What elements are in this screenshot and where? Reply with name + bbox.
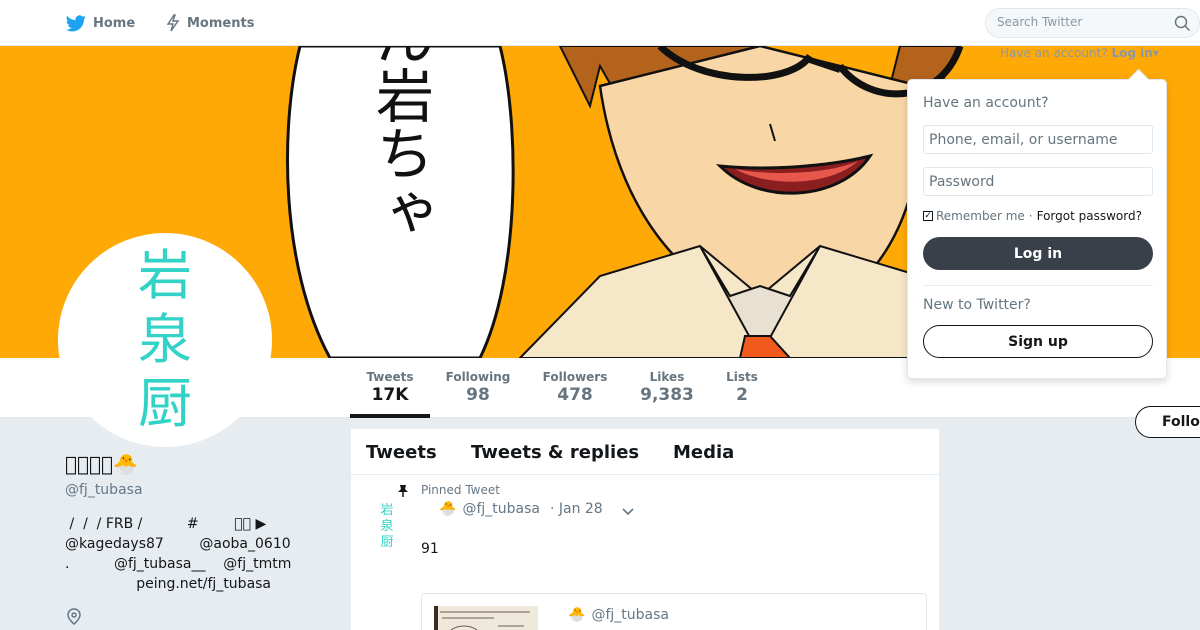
bio-line: / / / FRB / # 􀀀􀀀 ▶ xyxy=(65,516,267,532)
tweet-date[interactable]: · Jan 28 xyxy=(550,501,603,517)
tweet-avatar[interactable]: 岩 泉 厨 xyxy=(373,503,401,551)
nav-home[interactable]: Home xyxy=(66,0,135,46)
stat-label: Lists xyxy=(726,370,758,384)
separator-dot: · xyxy=(1028,209,1033,223)
profile-handle[interactable]: @fj_tubasa xyxy=(65,482,143,498)
stat-value: 98 xyxy=(466,385,490,405)
banner-speech-text: ごめん岩ちゃ xyxy=(366,46,434,240)
nav-moments-label: Moments xyxy=(187,15,255,31)
avatar-char: 岩 xyxy=(138,244,192,307)
stat-value: 478 xyxy=(557,385,593,405)
stat-label: Following xyxy=(445,370,511,384)
follow-button[interactable]: Follow xyxy=(1135,406,1200,438)
profile-avatar[interactable]: 岩 泉 厨 xyxy=(58,233,272,447)
stat-following[interactable]: Following 98 xyxy=(441,358,515,418)
account-prompt: Have an account? Log in▾ xyxy=(1000,46,1159,60)
chick-emoji: 🐣 xyxy=(439,501,457,517)
tab-tweets-replies[interactable]: Tweets & replies xyxy=(471,442,639,463)
profile-bio: / / / FRB / # 􀀀􀀀 ▶ @kagedays87 @aoba_0610… xyxy=(65,514,305,594)
login-heading: Have an account? xyxy=(923,95,1049,111)
chevron-down-icon[interactable] xyxy=(621,507,635,517)
quoted-tweet-header: 🐣 @fj_tubasa xyxy=(568,607,669,623)
remember-row: ✓ Remember me · Forgot password? xyxy=(923,209,1142,223)
stat-value: 2 xyxy=(736,385,748,405)
tweet-handle[interactable]: @fj_tubasa xyxy=(462,501,540,517)
quoted-tweet-handle[interactable]: @fj_tubasa xyxy=(591,607,669,623)
avatar-char: 泉 xyxy=(138,308,192,371)
search-icon[interactable] xyxy=(1174,15,1191,32)
twitter-bird-icon xyxy=(66,14,86,31)
stat-value: 17K xyxy=(371,385,409,405)
sketch-image-icon xyxy=(434,606,538,630)
quoted-tweet-image xyxy=(434,606,538,630)
pinned-tweet-label: Pinned Tweet xyxy=(421,483,500,497)
login-link-label: Log in xyxy=(1111,46,1153,60)
avatar-char: 岩 xyxy=(380,503,394,518)
avatar-char: 泉 xyxy=(380,519,394,534)
avatar-char: 厨 xyxy=(380,535,394,550)
login-button[interactable]: Log in xyxy=(923,237,1153,270)
profile-name: 􀀀􀀀􀀀􀀀🐣 xyxy=(65,452,138,476)
remember-label[interactable]: Remember me xyxy=(936,209,1025,223)
stat-tweets[interactable]: Tweets 17K xyxy=(350,358,430,418)
login-dropdown-toggle[interactable]: Log in▾ xyxy=(1111,46,1158,60)
tweet-header: 🐣 @fj_tubasa · Jan 28 xyxy=(439,501,603,517)
avatar-char: 厨 xyxy=(138,372,192,435)
remember-checkbox[interactable]: ✓ xyxy=(923,211,933,221)
signup-button[interactable]: Sign up xyxy=(923,325,1153,358)
new-to-twitter-heading: New to Twitter? xyxy=(923,297,1031,313)
login-dropdown: Have an account? ✓ Remember me · Forgot … xyxy=(907,79,1167,379)
stat-likes[interactable]: Likes 9,383 xyxy=(634,358,700,418)
tab-tweets[interactable]: Tweets xyxy=(366,442,437,463)
nav-moments[interactable]: Moments xyxy=(166,0,254,46)
nav-home-label: Home xyxy=(93,15,136,31)
search-input[interactable] xyxy=(997,15,1167,29)
stat-label: Likes xyxy=(649,370,685,384)
timeline-tabs: Tweets Tweets & replies Media xyxy=(351,429,939,475)
forgot-password-link[interactable]: Forgot password? xyxy=(1037,209,1142,223)
pin-icon xyxy=(398,485,408,497)
location-icon xyxy=(67,608,81,625)
bio-line[interactable]: . @fj_tubasa__ @fj_tmtm xyxy=(65,554,305,574)
stat-value: 9,383 xyxy=(640,385,694,405)
top-navigation: Home Moments xyxy=(0,0,1200,46)
password-field[interactable] xyxy=(923,167,1153,196)
account-prompt-text: Have an account? xyxy=(1000,46,1108,60)
username-field[interactable] xyxy=(923,125,1153,154)
timeline: Tweets Tweets & replies Media Pinned Twe… xyxy=(351,429,939,630)
bio-line[interactable]: @kagedays87 @aoba_0610 xyxy=(65,534,305,554)
search-box[interactable] xyxy=(985,8,1200,38)
quoted-tweet[interactable]: 🐣 @fj_tubasa xyxy=(421,593,927,630)
stat-label: Followers xyxy=(542,370,608,384)
stat-lists[interactable]: Lists 2 xyxy=(720,358,764,418)
stat-label: Tweets xyxy=(366,370,414,384)
tweet-text: 91 xyxy=(421,541,439,557)
tab-media[interactable]: Media xyxy=(673,442,734,463)
divider xyxy=(923,285,1153,286)
chick-emoji: 🐣 xyxy=(568,607,586,623)
bio-line[interactable]: peing.net/fj_tubasa xyxy=(65,574,305,594)
stat-followers[interactable]: Followers 478 xyxy=(537,358,613,418)
lightning-icon xyxy=(166,14,180,32)
